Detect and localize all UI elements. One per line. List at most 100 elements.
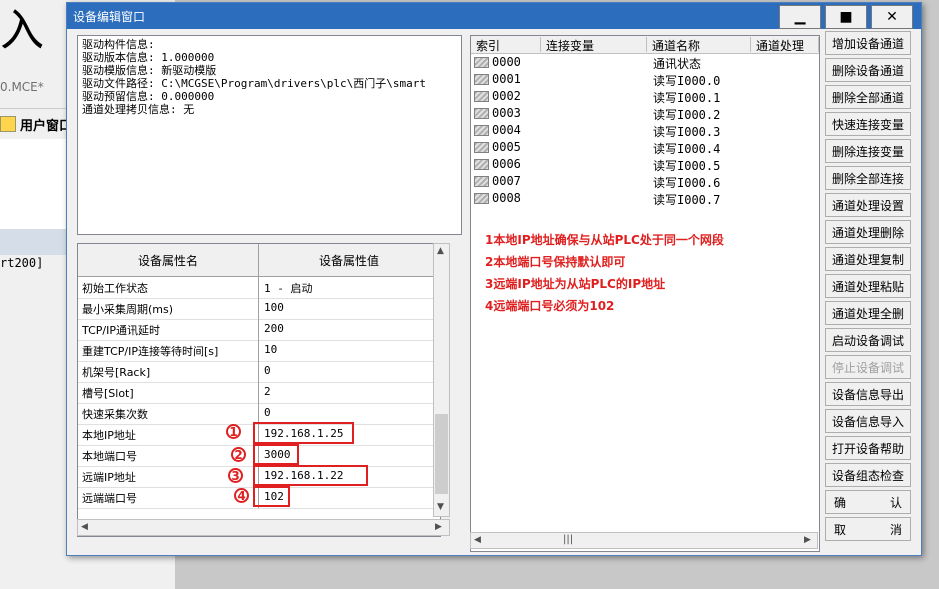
column-header-channel-process[interactable]: 通道处理	[751, 37, 819, 53]
minimize-button[interactable]: ▁	[779, 5, 821, 29]
property-value[interactable]: 2	[264, 385, 271, 398]
channel-process-paste-button[interactable]: 通道处理粘贴	[825, 274, 911, 298]
channel-process-settings-button[interactable]: 通道处理设置	[825, 193, 911, 217]
delete-all-channels-button[interactable]: 删除全部通道	[825, 85, 911, 109]
scroll-up-icon[interactable]: ▲	[437, 246, 444, 256]
close-button[interactable]: ✕	[871, 5, 913, 29]
scroll-right-icon[interactable]: ▶	[435, 522, 442, 532]
device-config-check-button[interactable]: 设备组态检查	[825, 463, 911, 487]
user-window-tab[interactable]: 用户窗口	[0, 114, 72, 134]
channel-row[interactable]: 0007 读写I000.6	[471, 173, 819, 190]
highlight-local-ip	[253, 422, 354, 444]
channel-row[interactable]: 0004 读写I000.3	[471, 122, 819, 139]
delete-all-links-button[interactable]: 删除全部连接	[825, 166, 911, 190]
delete-link-variable-button[interactable]: 删除连接变量	[825, 139, 911, 163]
channel-icon	[474, 159, 489, 170]
channel-row[interactable]: 0000 通讯状态	[471, 54, 819, 71]
property-row[interactable]: 最小采集周期(ms) 100	[78, 298, 440, 320]
channel-process-delete-button[interactable]: 通道处理删除	[825, 220, 911, 244]
marker-4: 4	[234, 488, 249, 503]
scroll-thumb-grip-icon[interactable]: |||	[563, 534, 573, 545]
background-rt-text: rt200]	[0, 256, 44, 270]
channel-name: 通讯状态	[653, 57, 702, 71]
stop-debug-button[interactable]: 停止设备调试	[825, 355, 911, 379]
property-row[interactable]: 槽号[Slot] 2	[78, 382, 440, 404]
column-header-channel-name[interactable]: 通道名称	[647, 37, 751, 53]
channel-icon	[474, 74, 489, 85]
channel-row[interactable]: 0003 读写I000.2	[471, 105, 819, 122]
scroll-left-icon[interactable]: ◀	[81, 522, 88, 532]
channel-name: 读写I000.7	[653, 193, 721, 207]
channel-name: 读写I000.3	[653, 125, 721, 139]
channel-row[interactable]: 0005 读写I000.4	[471, 139, 819, 156]
channel-name: 读写I000.2	[653, 108, 721, 122]
window-titlebar[interactable]: 设备编辑窗口 ▁ ■ ✕	[67, 3, 921, 29]
confirm-button[interactable]: 确 认	[825, 490, 911, 514]
column-header-variable[interactable]: 连接变量	[541, 37, 647, 53]
cancel-label-left: 取	[834, 522, 847, 537]
scroll-left-icon[interactable]: ◀	[474, 535, 481, 545]
info-line: 驱动模版信息: 新驱动模版	[82, 64, 217, 77]
property-row[interactable]: 机架号[Rack] 0	[78, 361, 440, 383]
property-row[interactable]: 初始工作状态 1 - 启动	[78, 277, 440, 299]
property-value[interactable]: 0	[264, 364, 271, 377]
channel-row[interactable]: 0008 读写I000.7	[471, 190, 819, 207]
window-icon	[0, 116, 16, 132]
property-value[interactable]: 0	[264, 406, 271, 419]
property-name: 本地端口号	[82, 450, 137, 463]
property-value[interactable]: 100	[264, 301, 284, 314]
channel-list-hscrollbar[interactable]: ◀ ||| ▶	[470, 532, 818, 549]
import-device-info-button[interactable]: 设备信息导入	[825, 409, 911, 433]
quick-link-variable-button[interactable]: 快速连接变量	[825, 112, 911, 136]
channel-index: 0000	[492, 55, 521, 69]
driver-info-box[interactable]: 驱动构件信息: 驱动版本信息: 1.000000 驱动模版信息: 新驱动模版 驱…	[77, 35, 462, 235]
marker-3: 3	[228, 468, 243, 483]
marker-1: 1	[226, 424, 241, 439]
property-name: 机架号[Rack]	[82, 366, 151, 379]
info-line: 驱动文件路径: C:\MCGSE\Program\drivers\plc\西门子…	[82, 77, 427, 90]
property-row[interactable]: TCP/IP通讯延时 200	[78, 319, 440, 341]
channel-index: 0005	[492, 140, 521, 154]
scroll-thumb[interactable]	[435, 414, 448, 494]
property-name: 快速采集次数	[82, 408, 148, 421]
add-channel-button[interactable]: 增加设备通道	[825, 31, 911, 55]
cancel-button[interactable]: 取 消	[825, 517, 911, 541]
delete-channel-button[interactable]: 删除设备通道	[825, 58, 911, 82]
channel-name: 读写I000.4	[653, 142, 721, 156]
highlight-local-port	[253, 444, 299, 465]
channel-index: 0006	[492, 157, 521, 171]
property-value[interactable]: 1 - 启动	[264, 280, 313, 296]
column-header-index[interactable]: 索引	[471, 37, 541, 53]
property-value[interactable]: 200	[264, 322, 284, 335]
property-grid-hscrollbar[interactable]: ◀ ▶	[77, 519, 450, 536]
channel-process-copy-button[interactable]: 通道处理复制	[825, 247, 911, 271]
channel-icon	[474, 193, 489, 204]
property-value[interactable]: 10	[264, 343, 277, 356]
channel-list-header: 索引 连接变量 通道名称 通道处理	[471, 36, 819, 54]
property-row[interactable]: 重建TCP/IP连接等待时间[s] 10	[78, 340, 440, 362]
column-header-name[interactable]: 设备属性名	[78, 244, 259, 276]
highlight-remote-ip	[253, 465, 368, 486]
channel-row[interactable]: 0001 读写I000.0	[471, 71, 819, 88]
info-line: 通道处理拷贝信息: 无	[82, 103, 195, 116]
info-line: 驱动预留信息: 0.000000	[82, 90, 215, 103]
channel-index: 0002	[492, 89, 521, 103]
channel-row[interactable]: 0006 读写I000.5	[471, 156, 819, 173]
open-device-help-button[interactable]: 打开设备帮助	[825, 436, 911, 460]
column-header-value[interactable]: 设备属性值	[259, 244, 440, 276]
property-name: 重建TCP/IP连接等待时间[s]	[82, 345, 219, 358]
note-line: 3远端IP地址为从站PLC的IP地址	[485, 277, 666, 291]
start-debug-button[interactable]: 启动设备调试	[825, 328, 911, 352]
info-line: 驱动版本信息: 1.000000	[82, 51, 215, 64]
export-device-info-button[interactable]: 设备信息导出	[825, 382, 911, 406]
channel-name: 读写I000.5	[653, 159, 721, 173]
channel-icon	[474, 125, 489, 136]
property-grid-vscrollbar[interactable]: ▲ ▼	[433, 243, 450, 517]
channel-process-delete-all-button[interactable]: 通道处理全删	[825, 301, 911, 325]
scroll-down-icon[interactable]: ▼	[437, 502, 444, 512]
channel-index: 0001	[492, 72, 521, 86]
scroll-right-icon[interactable]: ▶	[804, 535, 811, 545]
maximize-button[interactable]: ■	[825, 5, 867, 29]
channel-row[interactable]: 0002 读写I000.1	[471, 88, 819, 105]
window-title: 设备编辑窗口	[73, 10, 146, 24]
